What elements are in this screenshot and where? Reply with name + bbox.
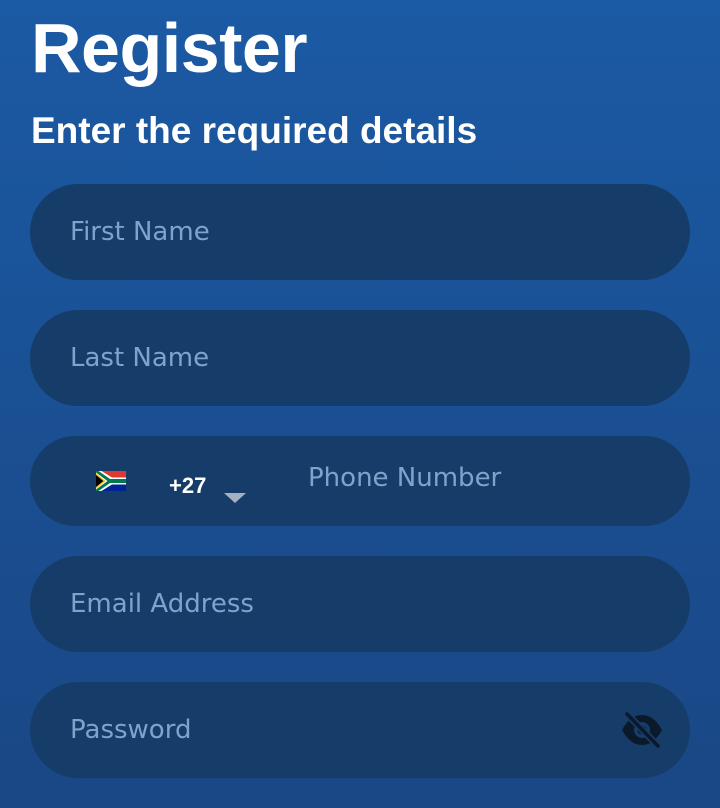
south-africa-flag-icon — [96, 471, 126, 491]
page-title: Register — [31, 9, 308, 87]
password-field[interactable] — [30, 682, 690, 778]
first-name-field[interactable] — [30, 184, 690, 280]
last-name-input[interactable] — [70, 310, 650, 406]
first-name-input[interactable] — [70, 184, 650, 280]
last-name-field[interactable] — [30, 310, 690, 406]
country-code-selector[interactable]: +27 — [90, 460, 290, 510]
phone-number-input[interactable] — [308, 430, 650, 526]
eye-off-icon[interactable] — [620, 712, 664, 748]
chevron-down-icon — [224, 493, 246, 503]
password-input[interactable] — [70, 682, 650, 778]
email-field[interactable] — [30, 556, 690, 652]
country-code: +27 — [169, 473, 207, 498]
email-input[interactable] — [70, 556, 650, 652]
page-subtitle: Enter the required details — [31, 110, 478, 151]
phone-field[interactable]: +27 — [30, 430, 690, 526]
